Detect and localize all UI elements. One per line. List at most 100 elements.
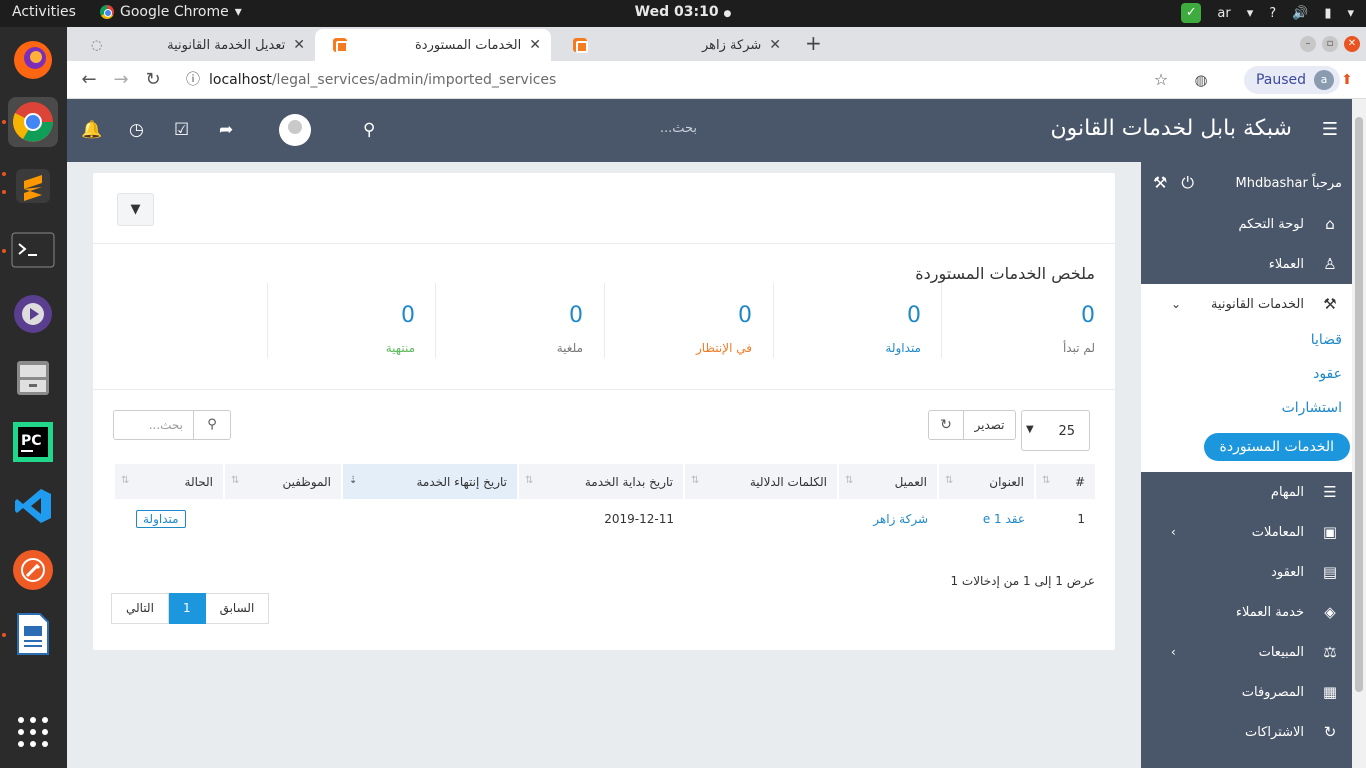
- balance-icon: ⚖: [1323, 643, 1337, 661]
- column-header-client[interactable]: العميل ⇅: [837, 464, 938, 499]
- avatar: a: [1314, 70, 1334, 90]
- tab-edit-service[interactable]: ◌ تعديل الخدمة القانونية ✕: [81, 29, 315, 61]
- prev-page-button[interactable]: السابق: [204, 593, 270, 624]
- table-header-row: # ⇅ العنوان ⇅ العميل ⇅ الكلمات الدلالية ⇅ تا…: [113, 464, 1095, 499]
- firefox-launcher[interactable]: [8, 35, 58, 85]
- status-badge[interactable]: متداولة: [136, 510, 186, 528]
- next-page-button[interactable]: التالي: [111, 593, 169, 624]
- volume-icon[interactable]: 🔊: [1292, 6, 1308, 21]
- column-header-employees[interactable]: الموظفين ⇅: [223, 464, 342, 499]
- pycharm-launcher[interactable]: PC: [8, 417, 58, 467]
- sidebar-item-sales[interactable]: ⚖ المبيعات ›: [1141, 632, 1352, 672]
- receipt-icon: ▦: [1322, 683, 1338, 701]
- address-bar[interactable]: localhost/legal_services/admin/imported_…: [209, 67, 1249, 93]
- sublime-launcher[interactable]: [8, 161, 58, 211]
- chevron-left-icon: ›: [1171, 645, 1176, 659]
- profile-button[interactable]: Paused a: [1243, 66, 1340, 94]
- table-info: عرض 1 إلى 1 من إدخالات 1: [950, 574, 1095, 588]
- column-header-tags[interactable]: الكلمات الدلالية ⇅: [683, 464, 838, 499]
- column-header-status[interactable]: الحالة ⇅: [113, 464, 224, 499]
- close-window-button[interactable]: ✕: [1344, 36, 1360, 52]
- header-search-input[interactable]: بحث...: [367, 121, 697, 136]
- page-button-1[interactable]: 1: [167, 593, 206, 624]
- table-row: 1 عقد e 1 شركة زاهر 2019-12-11 متداولة: [114, 499, 1095, 539]
- table-search-input[interactable]: بحث...: [113, 410, 194, 440]
- sidebar-item-legal-services[interactable]: ⚒ الخدمات القانونية ⌄: [1141, 284, 1352, 324]
- help-icon[interactable]: ?: [1269, 6, 1276, 21]
- refresh-button[interactable]: ↻: [928, 410, 964, 440]
- column-header-number[interactable]: # ⇅: [1034, 464, 1095, 499]
- page-size-select[interactable]: 25 ▼: [1021, 410, 1090, 451]
- xampp-icon: [333, 38, 348, 53]
- cell-title[interactable]: عقد e 1: [938, 499, 1035, 539]
- info-icon[interactable]: ⓘ: [181, 68, 205, 92]
- pagination: السابق 1 التالي: [111, 593, 270, 624]
- user-avatar[interactable]: [279, 114, 311, 146]
- sidebar-item-clients[interactable]: ♙ العملاء: [1141, 244, 1352, 284]
- postman-launcher[interactable]: [8, 545, 58, 595]
- sidebar-item-contracts[interactable]: ▤ العقود: [1141, 552, 1352, 592]
- column-header-start-date[interactable]: تاريخ بداية الخدمة ⇅: [517, 464, 684, 499]
- clock[interactable]: Wed 03:10 ●: [0, 4, 1366, 20]
- show-apps-button[interactable]: [8, 707, 58, 757]
- close-icon[interactable]: ✕: [293, 37, 305, 53]
- submenu-contracts[interactable]: عقود: [1313, 366, 1342, 382]
- back-button[interactable]: ←: [77, 68, 101, 92]
- hammer-icon[interactable]: ⚒: [1153, 173, 1167, 193]
- tab-company[interactable]: شركة زاهر ✕: [555, 29, 791, 61]
- bell-icon[interactable]: 🔔: [81, 120, 102, 140]
- submenu-imported-services[interactable]: الخدمات المستوردة: [1203, 433, 1350, 461]
- divider: [93, 243, 1115, 244]
- media-player-launcher[interactable]: [8, 289, 58, 339]
- vscode-launcher[interactable]: [8, 481, 58, 531]
- sidebar-item-subscriptions[interactable]: ↻ الاشتراكات: [1141, 712, 1352, 752]
- imported-services-panel: ▼ ملخص الخدمات المستوردة 0 لم تبدأ 0 متد…: [93, 173, 1115, 650]
- sidebar-item-tasks[interactable]: ☰ المهام: [1141, 472, 1352, 512]
- new-tab-button[interactable]: +: [805, 31, 822, 55]
- files-launcher[interactable]: [8, 353, 58, 403]
- system-tray[interactable]: ✓ ar ▾ ? 🔊 ▮ ▾: [1181, 3, 1354, 23]
- power-icon[interactable]: ⏻: [1181, 173, 1194, 193]
- page-scrollbar[interactable]: [1352, 99, 1366, 768]
- clock-icon[interactable]: ◷: [129, 120, 144, 140]
- cell-employees: [224, 499, 342, 539]
- menu-icon[interactable]: ☰: [1322, 119, 1338, 140]
- update-icon[interactable]: ⬆: [1335, 68, 1359, 92]
- extension-icon[interactable]: ◍: [1189, 68, 1213, 92]
- submenu-consultations[interactable]: استشارات: [1282, 400, 1342, 416]
- terminal-launcher[interactable]: [8, 225, 58, 275]
- maximize-button[interactable]: ▫: [1322, 36, 1338, 52]
- tab-imported-services[interactable]: الخدمات المستوردة ✕: [315, 29, 551, 61]
- language-indicator[interactable]: ar: [1217, 6, 1230, 21]
- cell-client[interactable]: شركة زاهر: [838, 499, 938, 539]
- checkbox-icon[interactable]: ☑: [174, 120, 189, 140]
- table-search-button[interactable]: ⚲: [193, 410, 231, 440]
- chrome-icon: [13, 102, 53, 142]
- sidebar-item-transactions[interactable]: ▣ المعاملات ›: [1141, 512, 1352, 552]
- export-button[interactable]: تصدير: [963, 410, 1016, 440]
- forward-button[interactable]: →: [109, 68, 133, 92]
- battery-icon[interactable]: ▮: [1324, 6, 1331, 21]
- column-header-title[interactable]: العنوان ⇅: [937, 464, 1035, 499]
- sidebar-item-dashboard[interactable]: ⌂ لوحة التحكم: [1141, 204, 1352, 244]
- filter-button[interactable]: ▼: [117, 193, 154, 226]
- file-icon: ▤: [1322, 563, 1338, 581]
- sidebar-item-expenses[interactable]: ▦ المصروفات: [1141, 672, 1352, 712]
- close-icon[interactable]: ✕: [769, 37, 781, 53]
- update-icon[interactable]: ✓: [1181, 3, 1202, 23]
- scrollbar-thumb[interactable]: [1355, 117, 1363, 692]
- minimize-button[interactable]: –: [1300, 36, 1316, 52]
- search-icon[interactable]: ⚲: [363, 120, 375, 140]
- column-header-end-date[interactable]: تاريخ إنتهاء الخدمة ⇣: [341, 464, 518, 499]
- writer-launcher[interactable]: [8, 609, 58, 659]
- submenu-cases[interactable]: قضايا: [1311, 332, 1342, 348]
- reload-button[interactable]: ↻: [141, 68, 165, 92]
- cell-start-date: 2019-12-11: [604, 512, 674, 526]
- sidebar-item-support[interactable]: ◈ خدمة العملاء: [1141, 592, 1352, 632]
- chrome-launcher[interactable]: [8, 97, 58, 147]
- share-icon[interactable]: ➦: [219, 120, 233, 140]
- firefox-icon: [14, 41, 52, 79]
- close-icon[interactable]: ✕: [529, 37, 541, 53]
- bookmark-star-icon[interactable]: ☆: [1149, 68, 1173, 92]
- tasks-icon: ☰: [1323, 483, 1337, 501]
